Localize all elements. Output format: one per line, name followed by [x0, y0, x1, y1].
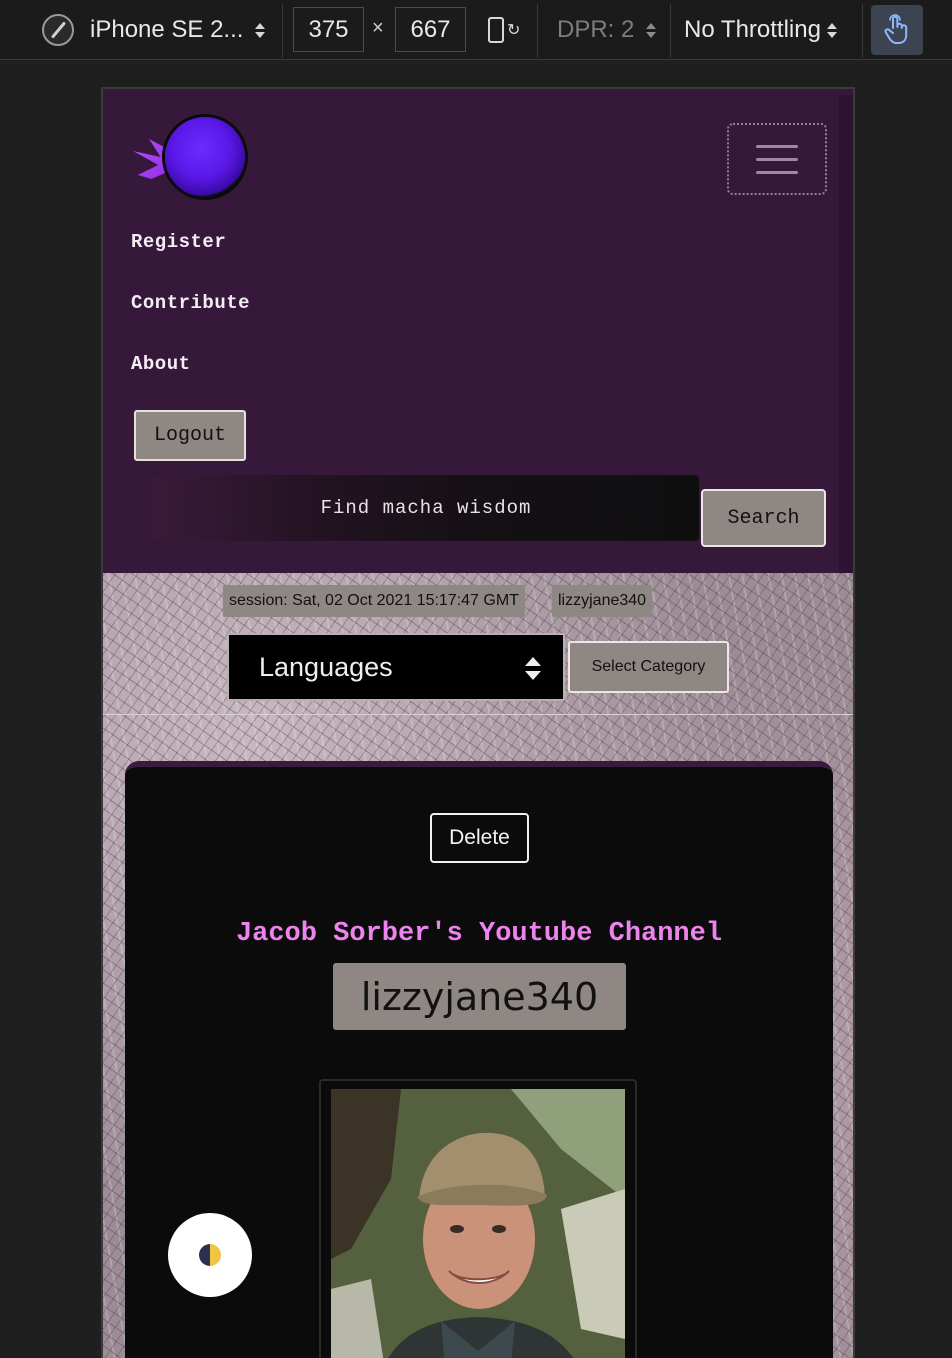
touch-simulation-button[interactable]	[871, 5, 923, 55]
channel-photo-frame	[319, 1079, 637, 1358]
chevron-updown-icon	[646, 22, 657, 38]
moon-icon	[199, 1244, 221, 1266]
nav-link-contribute[interactable]: Contribute	[131, 292, 250, 314]
search-button[interactable]: Search	[701, 489, 826, 547]
logout-button[interactable]: Logout	[134, 410, 246, 461]
throttling-selector[interactable]: No Throttling	[684, 0, 837, 60]
search-input[interactable]	[153, 475, 699, 541]
menu-toggle-button[interactable]	[727, 123, 827, 195]
dpr-label: DPR: 2	[557, 16, 635, 43]
device-selector[interactable]: iPhone SE 2...	[42, 0, 266, 60]
language-select[interactable]: Languages	[227, 633, 565, 701]
throttling-label: No Throttling	[684, 16, 821, 43]
chevron-updown-icon	[255, 22, 266, 38]
dimension-separator: ×	[372, 17, 384, 39]
session-timestamp: session: Sat, 02 Oct 2021 15:17:47 GMT	[223, 585, 525, 617]
hamburger-icon	[756, 144, 798, 148]
touch-hand-icon	[884, 14, 908, 44]
language-select-value: Languages	[259, 651, 393, 682]
select-arrows-icon	[525, 657, 541, 680]
device-viewport: Register Contribute About Logout Search …	[101, 87, 855, 1358]
channel-title: Jacob Sorber's Youtube Channel	[235, 919, 723, 949]
channel-photo	[331, 1089, 625, 1358]
dpr-selector[interactable]: DPR: 2	[557, 0, 657, 60]
rotate-device-icon[interactable]: ↻	[486, 15, 520, 47]
author-badge: lizzyjane340	[333, 963, 626, 1030]
site-logo[interactable]	[133, 117, 245, 201]
viewport-width-input[interactable]: 375	[293, 7, 364, 52]
compass-icon	[42, 14, 74, 46]
session-username: lizzyjane340	[552, 585, 653, 617]
divider	[103, 714, 853, 715]
theme-toggle-button[interactable]	[168, 1213, 252, 1297]
delete-button[interactable]: Delete	[430, 813, 529, 863]
nav-link-register[interactable]: Register	[131, 231, 226, 253]
device-name: iPhone SE 2...	[90, 16, 244, 43]
navbar: Register Contribute About Logout Search	[103, 89, 853, 573]
nav-link-about[interactable]: About	[131, 353, 191, 375]
chevron-updown-icon	[826, 22, 837, 38]
viewport-height-input[interactable]: 667	[395, 7, 466, 52]
select-category-button[interactable]: Select Category	[568, 641, 729, 693]
responsive-design-toolbar: iPhone SE 2... 375 × 667 ↻ DPR: 2 No Thr…	[0, 0, 952, 60]
